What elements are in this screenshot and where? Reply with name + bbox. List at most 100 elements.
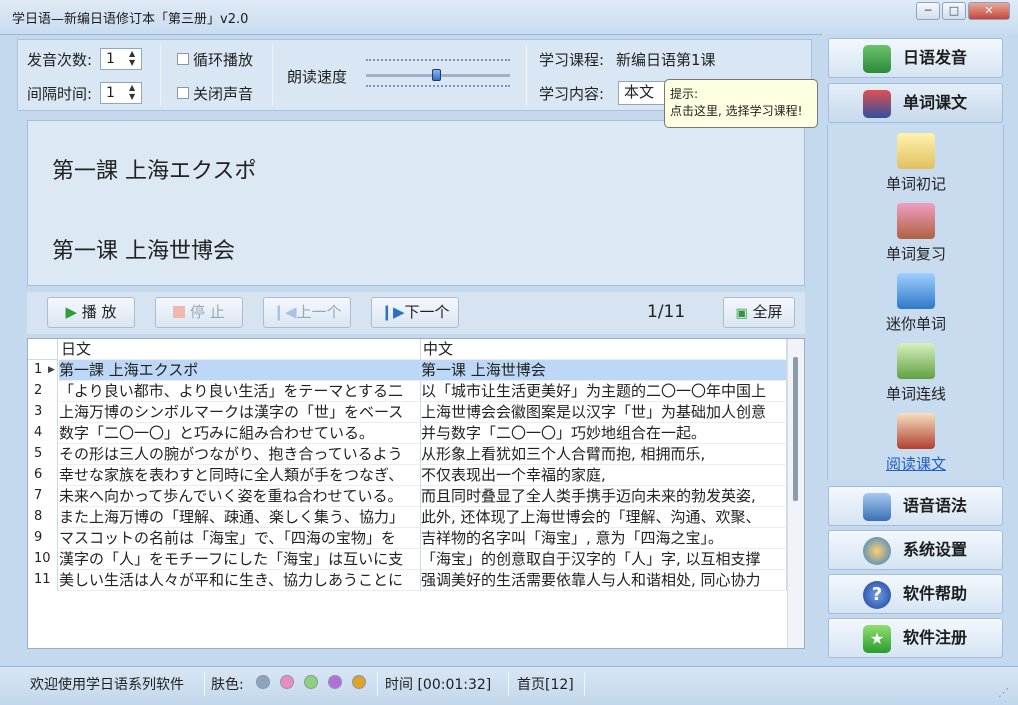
interval-value: 1 <box>106 85 115 101</box>
sidebar-words-text[interactable]: 单词课文 <box>828 83 1003 123</box>
sidebar-pronunciation[interactable]: 日语发音 <box>828 38 1003 78</box>
play-button[interactable]: ▶ 播 放 <box>47 297 135 328</box>
maximize-button[interactable]: □ <box>942 2 966 20</box>
mute-checkbox[interactable] <box>177 87 189 99</box>
divider <box>160 45 161 105</box>
sidebar-item-word-learn[interactable]: 单词初记 <box>860 173 972 194</box>
table-row[interactable]: 4 数字「二〇一〇」と巧みに組み合わせている。 并与数字「二〇一〇」巧妙地组合在一起… <box>28 423 787 444</box>
cell-chinese[interactable]: 吉祥物的名字叫「海宝」, 意为「四海之宝」。 <box>421 528 787 549</box>
cell-chinese[interactable]: 不仅表现出一个幸福的家庭, <box>421 465 787 486</box>
cell-japanese[interactable]: 数字「二〇一〇」と巧みに組み合わせている。 <box>59 423 421 444</box>
divider <box>526 45 527 105</box>
course-label: 学习课程: <box>539 51 605 69</box>
skin-color-swatch[interactable] <box>328 675 342 689</box>
speaker-icon <box>863 493 891 521</box>
sidebar-register-label: 软件注册 <box>903 628 968 647</box>
content-select[interactable]: 本文 <box>618 81 666 105</box>
cell-chinese[interactable]: 此外, 还体现了上海世博会的「理解、沟通、欢聚、 <box>421 507 787 528</box>
cell-japanese[interactable]: 美しい生活は人々が平和に生き、協力しあうことに <box>59 570 421 591</box>
course-value[interactable]: 新编日语第1课 <box>616 49 716 70</box>
star-icon: ★ <box>863 625 891 653</box>
row-number: 11 <box>28 570 58 591</box>
speed-slider[interactable] <box>366 57 510 93</box>
interval-label: 间隔时间: <box>27 85 93 103</box>
cell-chinese[interactable]: 第一课 上海世博会 <box>421 360 787 381</box>
table-row[interactable]: 7 未来へ向かって歩んでいく姿を重ね合わせている。 而且同时叠显了全人类手携手迈向未… <box>28 486 787 507</box>
cell-japanese[interactable]: マスコットの名前は「海宝」で、「四海の宝物」を <box>59 528 421 549</box>
gear-icon <box>863 537 891 565</box>
table-row[interactable]: 2 「より良い都市、より良い生活」をテーマとする二 以「城市让生活更美好」为主题的二… <box>28 381 787 402</box>
resize-grip-icon[interactable]: ⋰ <box>998 686 1009 699</box>
cell-chinese[interactable]: 并与数字「二〇一〇」巧妙地组合在一起。 <box>421 423 787 444</box>
row-number: 7 <box>28 486 58 507</box>
play-count-value: 1 <box>106 51 115 67</box>
skin-color-swatch[interactable] <box>352 675 366 689</box>
chinese-text: 第一课 上海世博会 <box>52 239 235 264</box>
current-row-arrow-icon: ▶ <box>48 365 55 375</box>
sidebar-item-word-review[interactable]: 单词复习 <box>860 243 972 264</box>
cell-japanese[interactable]: 第一課 上海エクスポ <box>59 360 421 381</box>
sidebar-item-word-match[interactable]: 单词连线 <box>860 383 972 404</box>
fullscreen-icon: ▣ <box>735 306 748 321</box>
cell-japanese[interactable]: 未来へ向かって歩んでいく姿を重ね合わせている。 <box>59 486 421 507</box>
loop-checkbox[interactable] <box>177 53 189 65</box>
minimize-button[interactable]: ─ <box>916 2 940 20</box>
cell-chinese[interactable]: 「海宝」的创意取自于汉字的「人」字, 以互相支撑 <box>421 549 787 570</box>
content-label: 学习内容: <box>539 85 605 103</box>
skin-color-swatch[interactable] <box>304 675 318 689</box>
table-row[interactable]: 3 上海万博のシンボルマークは漢字の「世」をベース 上海世博会会徽图案是以汉字「世」… <box>28 402 787 423</box>
cell-japanese[interactable]: 上海万博のシンボルマークは漢字の「世」をベース <box>59 402 421 423</box>
sidebar-help[interactable]: ? 软件帮助 <box>828 574 1003 614</box>
fullscreen-label: 全屏 <box>752 303 783 321</box>
sidebar-pronunciation-label: 日语发音 <box>903 48 968 67</box>
cell-chinese[interactable]: 以「城市让生活更美好」为主题的二〇一〇年中国上 <box>421 381 787 402</box>
fullscreen-button[interactable]: ▣ 全屏 <box>723 297 795 328</box>
spin-arrows-icon[interactable]: ▲ ▼ <box>129 49 139 67</box>
table-row[interactable]: 5 その形は三人の腕がつながり、抱き合っているよう 从形象上看犹如三个人合臂而抱, … <box>28 444 787 465</box>
table-row[interactable]: 10 漢字の「人」をモチーフにした「海宝」は互いに支 「海宝」的创意取自于汉字的「人… <box>28 549 787 570</box>
window-title: 学日语—新编日语修订本「第三册」v2.0 <box>12 12 249 27</box>
interval-stepper[interactable]: 1 ▲ ▼ <box>100 82 142 104</box>
cell-chinese[interactable]: 而且同时叠显了全人类手携手迈向未来的勃发英姿, <box>421 486 787 507</box>
cell-chinese[interactable]: 从形象上看犹如三个人合臂而抱, 相拥而乐, <box>421 444 787 465</box>
play-count-label: 发音次数: <box>27 51 93 69</box>
skin-color-swatch[interactable] <box>280 675 294 689</box>
sentence-table: 日文 中文 1 ▶ 第一課 上海エクスポ 第一课 上海世博会 2 「より良い都市、より良い… <box>27 338 805 649</box>
header-chinese[interactable]: 中文 <box>421 339 787 360</box>
next-label: 下一个 <box>404 303 450 321</box>
row-number: 3 <box>28 402 58 423</box>
vertical-scrollbar[interactable] <box>787 339 804 648</box>
table-row[interactable]: 1 ▶ 第一課 上海エクスポ 第一课 上海世博会 <box>28 360 787 381</box>
sidebar-item-mini-words[interactable]: 迷你单词 <box>860 313 972 334</box>
prev-button[interactable]: ❙◀上一个 <box>263 297 351 328</box>
spin-arrows-icon[interactable]: ▲ ▼ <box>129 83 139 101</box>
table-row[interactable]: 8 また上海万博の「理解、疎通、楽しく集う、協力」 此外, 还体现了上海世博会的「理… <box>28 507 787 528</box>
cell-chinese[interactable]: 上海世博会会徽图案是以汉字「世」为基础加人创意 <box>421 402 787 423</box>
cell-japanese[interactable]: 幸せな家族を表わすと同時に全人類が手をつなぎ、 <box>59 465 421 486</box>
cell-japanese[interactable]: その形は三人の腕がつながり、抱き合っているよう <box>59 444 421 465</box>
sidebar-grammar[interactable]: 语音语法 <box>828 486 1003 526</box>
next-button[interactable]: ❙▶下一个 <box>371 297 459 328</box>
header-japanese[interactable]: 日文 <box>59 339 421 360</box>
sidebar-settings[interactable]: 系统设置 <box>828 530 1003 570</box>
cell-japanese[interactable]: また上海万博の「理解、疎通、楽しく集う、協力」 <box>59 507 421 528</box>
prev-label: 上一个 <box>296 303 342 321</box>
skin-color-swatch[interactable] <box>256 675 270 689</box>
skip-back-icon: ❙◀ <box>272 303 297 321</box>
row-number: 6 <box>28 465 58 486</box>
divider <box>584 672 585 696</box>
table-row[interactable]: 9 マスコットの名前は「海宝」で、「四海の宝物」を 吉祥物的名字叫「海宝」, 意为「… <box>28 528 787 549</box>
cell-japanese[interactable]: 「より良い都市、より良い生活」をテーマとする二 <box>59 381 421 402</box>
table-row[interactable]: 6 幸せな家族を表わすと同時に全人類が手をつなぎ、 不仅表现出一个幸福的家庭, <box>28 465 787 486</box>
stop-button[interactable]: 停 止 <box>155 297 243 328</box>
play-count-stepper[interactable]: 1 ▲ ▼ <box>100 48 142 70</box>
help-icon: ? <box>863 581 891 609</box>
slider-thumb[interactable] <box>431 69 441 81</box>
cell-japanese[interactable]: 漢字の「人」をモチーフにした「海宝」は互いに支 <box>59 549 421 570</box>
close-button[interactable]: ✕ <box>968 2 1010 20</box>
sidebar-register[interactable]: ★ 软件注册 <box>828 618 1003 658</box>
table-row[interactable]: 11 美しい生活は人々が平和に生き、協力しあうことに 强调美好的生活需要依靠人与人和… <box>28 570 787 591</box>
cell-chinese[interactable]: 强调美好的生活需要依靠人与人和谐相处, 同心协力 <box>421 570 787 591</box>
scroll-thumb[interactable] <box>793 357 798 501</box>
sidebar-item-read-text[interactable]: 阅读课文 <box>860 453 972 474</box>
